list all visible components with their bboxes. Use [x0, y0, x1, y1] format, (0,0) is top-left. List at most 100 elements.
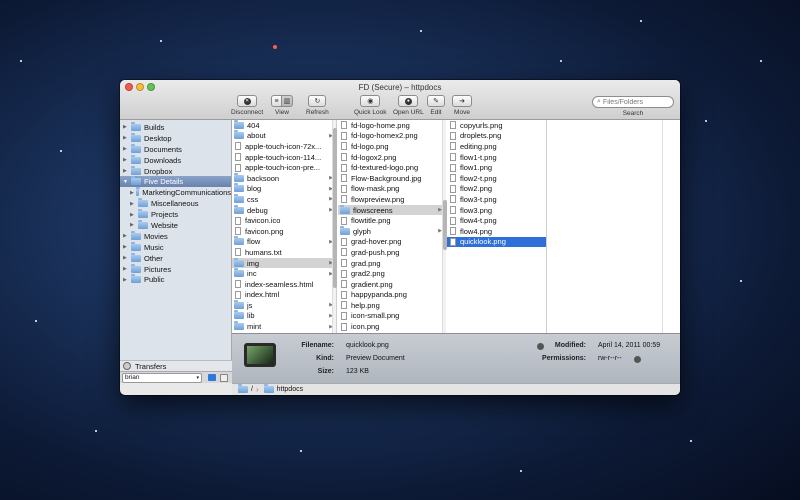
file-list-row[interactable]: img▶ [232, 257, 336, 269]
file-list-row[interactable]: editing.png [447, 141, 546, 152]
sidebar-item-other[interactable]: ▶ Other [120, 252, 231, 264]
file-list-row[interactable]: flowpreview.png [338, 194, 445, 205]
sidebar-item-dropbox[interactable]: ▶ Dropbox [120, 165, 231, 177]
file-list-row[interactable]: favicon.ico [232, 215, 336, 226]
file-list-row[interactable]: grad2.png [338, 268, 445, 279]
disclosure-triangle-icon[interactable]: ▶ [123, 135, 129, 141]
move-button[interactable]: ➔ [452, 95, 472, 107]
sidebar-item-website[interactable]: ▶ Website [120, 219, 231, 231]
sidebar-item-music[interactable]: ▶ Music [120, 241, 231, 253]
file-list-row[interactable]: flow-mask.png [338, 184, 445, 195]
file-list-row[interactable]: favicon.png [232, 226, 336, 237]
file-list-row[interactable]: apple-touch-icon-72x... [232, 141, 336, 152]
file-list-row[interactable]: flow4-t.png [447, 215, 546, 226]
disconnect-button[interactable]: ✕ [237, 95, 258, 107]
file-list-row[interactable]: glyph ▶ [338, 225, 445, 237]
sidebar-item-projects[interactable]: ▶ Projects [120, 209, 231, 220]
file-list-row[interactable]: js▶ [232, 299, 336, 311]
file-list-row[interactable]: icon-small.png [338, 311, 445, 322]
file-list-row[interactable]: inc▶ [232, 268, 336, 279]
file-list-row[interactable]: flow1.png [447, 162, 546, 173]
sidebar-item-desktop[interactable]: ▶ Desktop [120, 132, 231, 144]
file-list-row[interactable]: lib▶ [232, 310, 336, 322]
folder-shortcut-icon[interactable] [208, 374, 216, 381]
sidebar-item-builds[interactable]: ▶ Builds [120, 121, 231, 133]
openurl-button[interactable]: ● [398, 95, 419, 107]
disclosure-triangle-icon[interactable]: ▶ [123, 277, 129, 283]
file-list-row[interactable]: fd-logox2.png [338, 152, 445, 163]
edit-button[interactable]: ✎ [427, 95, 445, 107]
file-list-row[interactable]: flow4.png [447, 226, 546, 237]
search-field[interactable]: ⌕ [592, 96, 674, 108]
disclosure-triangle-icon[interactable]: ▶ [123, 146, 129, 152]
scrollbar[interactable] [332, 120, 337, 333]
file-list-row[interactable]: about▶ [232, 130, 336, 142]
file-list-row[interactable]: fd-textured-logo.png [338, 162, 445, 173]
user-select[interactable]: brian ▾ [122, 372, 202, 383]
disclosure-triangle-icon[interactable]: ▶ [130, 212, 136, 218]
file-list-row[interactable]: flow3.png [447, 205, 546, 216]
path-root[interactable]: / [251, 386, 253, 393]
search-input[interactable] [602, 98, 667, 106]
sidebar-item-documents[interactable]: ▶ Documents [120, 143, 231, 155]
file-list-row[interactable]: help.png [338, 300, 445, 311]
file-list-row[interactable]: mint▶ [232, 321, 336, 332]
file-list-row[interactable]: grad.png [338, 258, 445, 269]
file-list-row[interactable]: blog▶ [232, 183, 336, 195]
permissions-edit-icon[interactable] [634, 356, 641, 363]
file-list-row[interactable]: fd-logo-home.png [338, 120, 445, 131]
file-list-row[interactable]: fd-logo-homex2.png [338, 131, 445, 142]
file-list-row[interactable]: index-seamless.html [232, 279, 336, 290]
disclosure-triangle-icon[interactable]: ▶ [123, 266, 129, 272]
path-current-folder[interactable]: httpdocs [277, 386, 303, 393]
file-list-row[interactable]: apple-touch-icon-114... [232, 152, 336, 163]
file-list-row[interactable]: flow▶ [232, 236, 336, 248]
sidebar-item-five-details[interactable]: ▼ Five Details [120, 176, 231, 188]
disclosure-triangle-open-icon[interactable]: ▼ [123, 179, 129, 185]
file-list-row[interactable]: quicklook.png [447, 236, 546, 248]
file-list-row[interactable]: fd-logo.png [338, 141, 445, 152]
file-list-row[interactable]: Flow-Background.jpg [338, 173, 445, 184]
file-list-row[interactable]: flow2-t.png [447, 173, 546, 184]
sidebar-item-downloads[interactable]: ▶ Downloads [120, 154, 231, 166]
file-list-row[interactable]: flow1-t.png [447, 152, 546, 163]
file-list-row[interactable]: 404 [232, 120, 336, 131]
file-list-row[interactable]: flow2.png [447, 184, 546, 195]
reveal-icon[interactable] [537, 343, 544, 350]
sidebar-item-marketingcommunications[interactable]: ▶ MarketingCommunications [120, 187, 231, 198]
sidebar-item-miscellaneous[interactable]: ▶ Miscellaneous [120, 198, 231, 209]
file-list-row[interactable]: flow3-t.png [447, 194, 546, 205]
file-list-row[interactable]: index.html [232, 290, 336, 301]
disclosure-triangle-icon[interactable]: ▶ [123, 244, 129, 250]
file-list-row[interactable]: humans.txt [232, 247, 336, 258]
disclosure-triangle-icon[interactable]: ▶ [123, 124, 129, 130]
file-list-row[interactable]: apple-touch-icon-pre... [232, 162, 336, 173]
sidebar-item-movies[interactable]: ▶ Movies [120, 230, 231, 242]
transfers-item[interactable]: Transfers [120, 360, 232, 371]
grid-icon[interactable] [220, 373, 228, 382]
file-list-row[interactable]: backsoon▶ [232, 172, 336, 184]
scrollbar-thumb[interactable] [333, 128, 337, 288]
file-list-row[interactable]: happypanda.png [338, 290, 445, 301]
file-list-row[interactable]: icon.png [338, 321, 445, 332]
scrollbar-thumb[interactable] [443, 200, 447, 250]
file-list-row[interactable]: css▶ [232, 193, 336, 205]
file-list-row[interactable]: debug▶ [232, 204, 336, 216]
file-list-row[interactable]: flowtitle.png [338, 215, 445, 226]
quicklook-button[interactable]: ◉ [360, 95, 381, 107]
file-list-row[interactable]: grad-push.png [338, 247, 445, 258]
file-list-row[interactable]: gradient.png [338, 279, 445, 290]
scrollbar[interactable] [442, 120, 447, 333]
disclosure-triangle-icon[interactable]: ▶ [123, 157, 129, 163]
list-view-button[interactable]: ≡ [271, 95, 282, 107]
file-list-row[interactable]: copyurls.png [447, 120, 546, 131]
file-list-row[interactable]: grad-hover.png [338, 237, 445, 248]
disclosure-triangle-icon[interactable]: ▶ [130, 190, 134, 196]
file-list-row[interactable]: droplets.png [447, 131, 546, 142]
file-list-row[interactable]: flowscreens ▶ [338, 204, 445, 216]
disclosure-triangle-icon[interactable]: ▶ [130, 222, 136, 228]
disclosure-triangle-icon[interactable]: ▶ [123, 255, 129, 261]
sidebar-item-public[interactable]: ▶ Public [120, 274, 231, 285]
disclosure-triangle-icon[interactable]: ▶ [130, 201, 136, 207]
column-view-button[interactable]: ▥ [282, 95, 293, 107]
